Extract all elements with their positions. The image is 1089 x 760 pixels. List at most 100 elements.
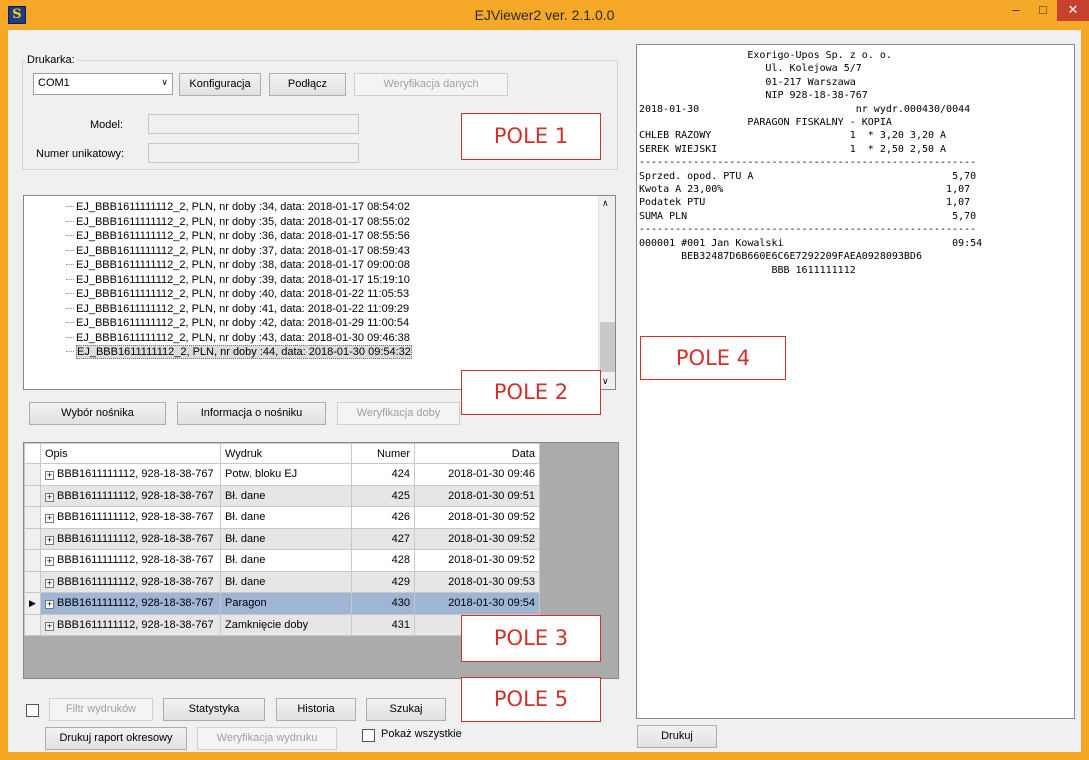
port-select-value: COM1: [38, 77, 70, 89]
cell-opis-text: BBB1611111112, 928-18-38-767: [57, 597, 214, 610]
tree-item[interactable]: EJ_BBB1611111112_2, PLN, nr doby :44, da…: [24, 345, 412, 359]
expand-icon[interactable]: +: [45, 621, 54, 631]
media-info-button[interactable]: Informacja o nośniku: [177, 402, 326, 425]
show-all-checkbox[interactable]: [362, 729, 375, 742]
expand-icon[interactable]: +: [45, 557, 54, 567]
tree-item[interactable]: EJ_BBB1611111112_2, PLN, nr doby :43, da…: [24, 331, 410, 345]
table-row[interactable]: + BBB1611111112, 928-18-38-767 Bł. dane 427…: [24, 527, 540, 550]
configure-button[interactable]: Konfiguracja: [179, 73, 261, 96]
cell-numer: 425: [351, 484, 415, 507]
model-field: [148, 114, 359, 134]
tree-connector: [66, 273, 74, 280]
maximize-button[interactable]: □: [1030, 0, 1056, 21]
cell-data: 2018-01-30 09:52: [414, 549, 540, 572]
filter-checkbox[interactable]: [26, 704, 39, 717]
verify-data-button[interactable]: Weryfikacja danych: [354, 73, 508, 96]
tree-item-label: EJ_BBB1611111112_2, PLN, nr doby :35, da…: [76, 215, 410, 228]
print-button[interactable]: Drukuj: [637, 725, 717, 748]
tree-connector: [66, 258, 74, 265]
cell-numer: 430: [351, 592, 415, 615]
model-label: Model:: [90, 119, 124, 131]
column-header-numer[interactable]: Numer: [351, 443, 415, 464]
port-select[interactable]: COM1 ∨: [33, 73, 173, 95]
row-header-cell[interactable]: [24, 613, 41, 636]
receipt-preview[interactable]: Exorigo-Upos Sp. z o. o. Ul. Kolejowa 5/…: [636, 44, 1075, 719]
tree-item-label: EJ_BBB1611111112_2, PLN, nr doby :40, da…: [76, 288, 410, 300]
window-title: EJViewer2 ver. 2.1.0.0: [474, 7, 615, 23]
tree-connector: [66, 287, 74, 294]
tree-item[interactable]: EJ_BBB1611111112_2, PLN, nr doby :40, da…: [24, 287, 409, 301]
column-header-data[interactable]: Data: [414, 443, 540, 464]
cell-numer: 429: [351, 570, 415, 593]
cell-numer: 428: [351, 549, 415, 572]
cell-wydruk: Bł. dane: [220, 484, 352, 507]
client-area: Drukarka: COM1 ∨ Konfiguracja Podłącz We…: [8, 30, 1081, 752]
search-button[interactable]: Szukaj: [366, 698, 446, 721]
row-header-cell[interactable]: [24, 570, 41, 593]
cell-opis: + BBB1611111112, 928-18-38-767: [40, 613, 221, 636]
table-row[interactable]: + BBB1611111112, 928-18-38-767 Bł. dane 429…: [24, 570, 540, 593]
tree-item[interactable]: EJ_BBB1611111112_2, PLN, nr doby :37, da…: [24, 244, 410, 258]
filter-prints-button[interactable]: Filtr wydruków: [49, 698, 153, 721]
row-header-cell[interactable]: [24, 506, 41, 529]
tree-scroll-thumb[interactable]: [600, 322, 615, 372]
scroll-up-icon[interactable]: ∧: [602, 198, 609, 209]
media-tree[interactable]: EJ_BBB1611111112_2, PLN, nr doby :34, da…: [23, 195, 616, 390]
tree-item[interactable]: EJ_BBB1611111112_2, PLN, nr doby :41, da…: [24, 302, 409, 316]
statistics-button[interactable]: Statystyka: [163, 698, 265, 721]
tree-connector: [66, 229, 74, 236]
table-row[interactable]: + BBB1611111112, 928-18-38-767 Bł. dane 428…: [24, 549, 540, 572]
expand-icon[interactable]: +: [45, 471, 54, 481]
expand-icon[interactable]: +: [45, 535, 54, 545]
column-header-opis[interactable]: Opis: [40, 443, 221, 464]
grid-header-row: Opis Wydruk Numer Data: [24, 443, 540, 464]
period-report-button[interactable]: Drukuj raport okresowy: [45, 727, 187, 750]
cell-data: 2018-01-30 09:54: [414, 592, 540, 615]
pole-3-callout: POLE 3: [461, 615, 601, 662]
verify-print-button[interactable]: Weryfikacja wydruku: [197, 727, 337, 750]
tree-item[interactable]: EJ_BBB1611111112_2, PLN, nr doby :38, da…: [24, 258, 410, 272]
table-row[interactable]: + BBB1611111112, 928-18-38-767 Bł. dane 425…: [24, 484, 540, 507]
row-header-cell[interactable]: [24, 484, 41, 507]
select-media-button[interactable]: Wybór nośnika: [29, 402, 166, 425]
scroll-down-icon[interactable]: ∨: [602, 376, 609, 387]
minimize-button[interactable]: –: [1003, 0, 1029, 21]
cell-opis: + BBB1611111112, 928-18-38-767: [40, 570, 221, 593]
cell-opis-text: BBB1611111112, 928-18-38-767: [57, 468, 214, 481]
row-header-cell[interactable]: [24, 463, 41, 486]
pole-1-callout: POLE 1: [461, 113, 601, 160]
row-indicator-icon[interactable]: ▶: [24, 592, 41, 615]
connect-button[interactable]: Podłącz: [269, 73, 346, 96]
serial-label: Numer unikatowy:: [36, 148, 125, 160]
cell-wydruk: Bł. dane: [220, 506, 352, 529]
expand-icon[interactable]: +: [45, 514, 54, 524]
close-button[interactable]: ✕: [1057, 0, 1089, 21]
grid-header-indicator: [24, 443, 41, 464]
cell-opis-text: BBB1611111112, 928-18-38-767: [57, 618, 214, 631]
tree-item-label: EJ_BBB1611111112_2, PLN, nr doby :39, da…: [76, 273, 410, 286]
verify-day-button[interactable]: Weryfikacja doby: [337, 402, 460, 425]
tree-scrollbar[interactable]: ∧ ∨: [598, 196, 615, 389]
tree-item[interactable]: EJ_BBB1611111112_2, PLN, nr doby :39, da…: [24, 273, 410, 287]
cell-data: 2018-01-30 09:52: [414, 506, 540, 529]
cell-opis-text: BBB1611111112, 928-18-38-767: [57, 554, 214, 567]
table-row[interactable]: + BBB1611111112, 928-18-38-767 Bł. dane 426…: [24, 506, 540, 529]
cell-wydruk: Bł. dane: [220, 549, 352, 572]
row-header-cell[interactable]: [24, 549, 41, 572]
history-button[interactable]: Historia: [276, 698, 356, 721]
cell-wydruk: Bł. dane: [220, 570, 352, 593]
expand-icon[interactable]: +: [45, 492, 54, 502]
column-header-wydruk[interactable]: Wydruk: [220, 443, 352, 464]
expand-icon[interactable]: +: [45, 578, 54, 588]
cell-opis: + BBB1611111112, 928-18-38-767: [40, 592, 221, 615]
tree-item[interactable]: EJ_BBB1611111112_2, PLN, nr doby :42, da…: [24, 316, 409, 330]
app-window: S EJViewer2 ver. 2.1.0.0 – □ ✕ Drukarka:…: [0, 0, 1089, 760]
table-row[interactable]: ▶ + BBB1611111112, 928-18-38-767 Paragon 430…: [24, 592, 540, 615]
table-row[interactable]: + BBB1611111112, 928-18-38-767 Potw. bloku…: [24, 463, 540, 486]
tree-item-label: EJ_BBB1611111112_2, PLN, nr doby :41, da…: [76, 302, 410, 315]
tree-item[interactable]: EJ_BBB1611111112_2, PLN, nr doby :34, da…: [24, 200, 410, 214]
expand-icon[interactable]: +: [45, 600, 54, 610]
tree-item[interactable]: EJ_BBB1611111112_2, PLN, nr doby :35, da…: [24, 215, 410, 229]
row-header-cell[interactable]: [24, 527, 41, 550]
tree-item[interactable]: EJ_BBB1611111112_2, PLN, nr doby :36, da…: [24, 229, 410, 243]
